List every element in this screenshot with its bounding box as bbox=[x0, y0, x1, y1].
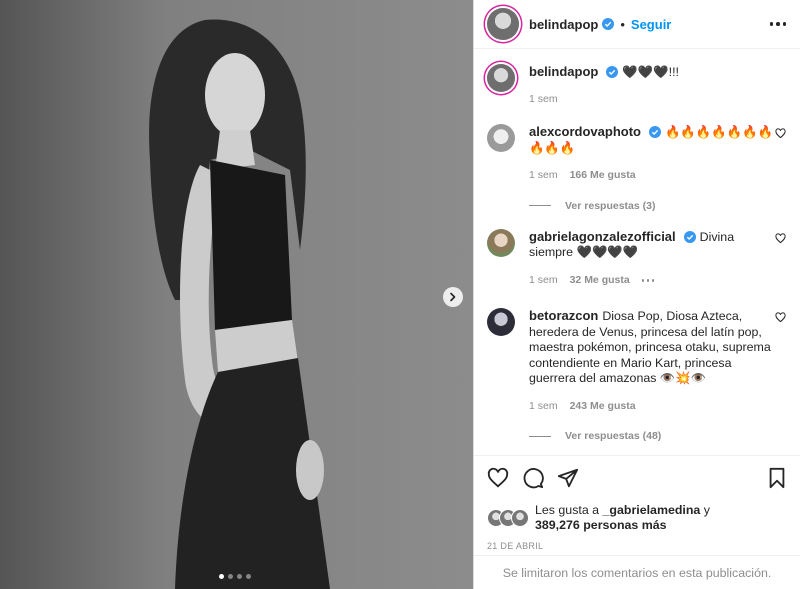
comment-time[interactable]: 1 sem bbox=[529, 273, 558, 289]
follow-button[interactable]: Seguir bbox=[631, 17, 671, 32]
heart-icon[interactable] bbox=[775, 128, 786, 139]
comment-time[interactable]: 1 sem bbox=[529, 399, 558, 415]
liker-avatars bbox=[487, 509, 529, 527]
caption: belindapop 🖤🖤🖤!!! 1 sem bbox=[487, 64, 786, 107]
next-slide-button[interactable] bbox=[443, 287, 463, 307]
likes-count[interactable]: 389,276 personas más bbox=[535, 518, 667, 532]
view-replies-label: Ver respuestas (3) bbox=[565, 199, 656, 212]
post-media[interactable] bbox=[0, 0, 473, 589]
avatar[interactable] bbox=[511, 509, 529, 527]
instagram-post: belindapop • Seguir belindapop 🖤🖤🖤!!! 1 s… bbox=[0, 0, 800, 589]
post-photo bbox=[0, 0, 473, 589]
comment-options-icon[interactable] bbox=[641, 279, 655, 282]
verified-badge-icon bbox=[648, 126, 661, 138]
carousel-dot bbox=[246, 574, 251, 579]
view-replies-label: Ver respuestas (48) bbox=[565, 430, 662, 442]
avatar[interactable] bbox=[487, 8, 519, 40]
likes-prefix: Les gusta a bbox=[535, 503, 600, 517]
caption-time[interactable]: 1 sem bbox=[529, 92, 558, 108]
comment-icon[interactable] bbox=[522, 467, 544, 489]
carousel-dot bbox=[228, 574, 233, 579]
comment-body: betorazcon Diosa Pop, Diosa Azteca, hered… bbox=[529, 308, 779, 414]
verified-badge-icon bbox=[602, 18, 615, 30]
replies-divider bbox=[529, 205, 551, 206]
comments-limited-notice: Se limitaron los comentarios en esta pub… bbox=[474, 555, 800, 589]
bookmark-icon[interactable] bbox=[767, 467, 787, 489]
view-replies-button[interactable]: Ver respuestas (48) bbox=[529, 430, 786, 442]
comment-item: betorazcon Diosa Pop, Diosa Azteca, hered… bbox=[487, 308, 786, 414]
liker-username[interactable]: _gabrielamedina bbox=[603, 503, 701, 517]
carousel-dot bbox=[237, 574, 242, 579]
chevron-right-icon bbox=[450, 292, 456, 302]
caption-body: belindapop 🖤🖤🖤!!! 1 sem bbox=[529, 64, 779, 107]
verified-badge-icon bbox=[683, 230, 696, 243]
caption-meta: 1 sem bbox=[529, 92, 779, 108]
comment-username[interactable]: betorazcon bbox=[529, 308, 598, 323]
carousel-indicator bbox=[219, 574, 251, 579]
comments-list[interactable]: belindapop 🖤🖤🖤!!! 1 sem alexcordovaphoto 🔥… bbox=[474, 49, 800, 455]
comment-likes[interactable]: 32 Me gusta bbox=[570, 273, 630, 289]
replies-divider bbox=[529, 435, 551, 437]
comment-likes[interactable]: 243 Me gusta bbox=[570, 399, 636, 415]
comment-item: alexcordovaphoto 🔥🔥🔥🔥🔥🔥🔥🔥🔥🔥 1 sem 166 Me … bbox=[487, 124, 786, 184]
more-options-icon[interactable] bbox=[769, 22, 786, 26]
avatar[interactable] bbox=[487, 228, 515, 257]
view-replies-button[interactable]: Ver respuestas (3) bbox=[529, 200, 786, 212]
share-icon[interactable] bbox=[557, 467, 579, 489]
carousel-dot bbox=[219, 574, 224, 579]
comment-item: gabrielagonzalezofficial Divina siempre 🖤… bbox=[487, 228, 786, 289]
avatar[interactable] bbox=[487, 308, 515, 336]
header-separator: • bbox=[620, 16, 625, 32]
likes-summary: Les gusta a _gabrielamedina y 389,276 pe… bbox=[474, 499, 800, 537]
likes-text: Les gusta a _gabrielamedina y 389,276 pe… bbox=[535, 503, 710, 533]
post-header: belindapop • Seguir bbox=[474, 0, 800, 49]
avatar[interactable] bbox=[487, 64, 515, 92]
post-side-panel: belindapop • Seguir belindapop 🖤🖤🖤!!! 1 s… bbox=[473, 0, 800, 589]
comment-username[interactable]: alexcordovaphoto bbox=[529, 124, 641, 139]
comment-body: alexcordovaphoto 🔥🔥🔥🔥🔥🔥🔥🔥🔥🔥 1 sem 166 Me … bbox=[529, 124, 779, 184]
caption-text: 🖤🖤🖤!!! bbox=[622, 65, 679, 79]
caption-username[interactable]: belindapop bbox=[529, 64, 598, 79]
post-date[interactable]: 21 DE ABRIL bbox=[474, 537, 800, 555]
comment-meta: 1 sem 243 Me gusta bbox=[529, 399, 779, 415]
comment-meta: 1 sem 166 Me gusta bbox=[529, 168, 779, 184]
heart-icon[interactable] bbox=[487, 467, 509, 489]
heart-icon[interactable] bbox=[775, 312, 786, 323]
avatar[interactable] bbox=[487, 124, 515, 152]
comment-likes[interactable]: 166 Me gusta bbox=[570, 168, 636, 184]
heart-icon[interactable] bbox=[775, 232, 786, 244]
comment-body: gabrielagonzalezofficial Divina siempre 🖤… bbox=[529, 229, 779, 289]
verified-badge-icon bbox=[606, 66, 619, 78]
header-username[interactable]: belindapop bbox=[529, 17, 598, 32]
comment-time[interactable]: 1 sem bbox=[529, 168, 558, 184]
action-bar bbox=[474, 455, 800, 499]
likes-connector: y bbox=[703, 503, 710, 517]
comment-username[interactable]: gabrielagonzalezofficial bbox=[529, 229, 676, 244]
comment-meta: 1 sem 32 Me gusta bbox=[529, 273, 779, 289]
